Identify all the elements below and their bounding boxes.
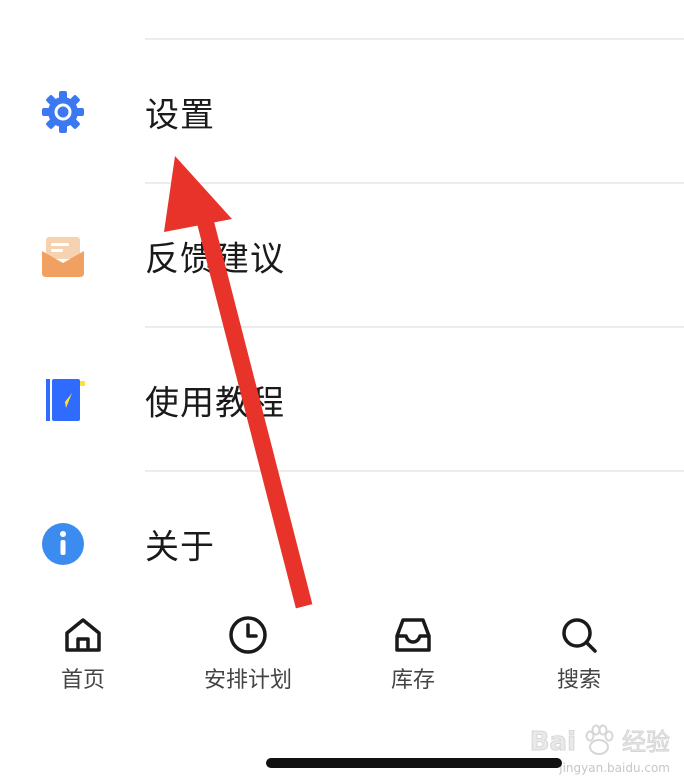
search-icon [562,618,597,653]
menu-item-label: 设置 [145,95,215,136]
tutorial-book-icon [46,379,85,421]
gear-icon [42,91,84,133]
home-icon [65,618,101,652]
mail-icon [42,237,84,277]
divider-2 [145,326,684,328]
tab-inventory[interactable]: 库存 [343,614,483,694]
tab-label: 首页 [60,668,105,693]
watermark-text: 经验 [622,728,671,757]
bottom-tab-bar: 首页 安排计划 库存 搜索 [0,600,684,710]
clock-icon [229,616,267,654]
tab-label: 搜索 [556,668,601,693]
tab-label: 安排计划 [203,668,292,693]
menu-item-label: 反馈建议 [145,239,285,280]
tab-label: 库存 [390,668,435,693]
watermark-brand: Bai [529,727,576,758]
baidu-watermark: Bai 经验 jingyan.baidu.com [529,722,671,775]
tab-home[interactable]: 首页 [13,614,153,694]
menu-item-label: 关于 [145,527,215,568]
tab-plan[interactable]: 安排计划 [178,614,318,694]
menu-item-about[interactable]: 关于 [0,494,684,594]
menu-item-settings[interactable]: 设置 [0,62,684,162]
watermark-domain: jingyan.baidu.com [559,761,670,775]
tab-search[interactable]: 搜索 [509,614,649,694]
paw-logo-icon [585,724,614,755]
divider-top [145,38,684,40]
menu-item-label: 使用教程 [145,383,285,424]
home-indicator[interactable] [266,758,562,768]
divider-3 [145,470,684,472]
menu-item-tutorial[interactable]: 使用教程 [0,350,684,450]
divider-1 [145,182,684,184]
info-icon [42,523,84,565]
menu-item-feedback[interactable]: 反馈建议 [0,206,684,306]
inbox-icon [395,618,431,652]
